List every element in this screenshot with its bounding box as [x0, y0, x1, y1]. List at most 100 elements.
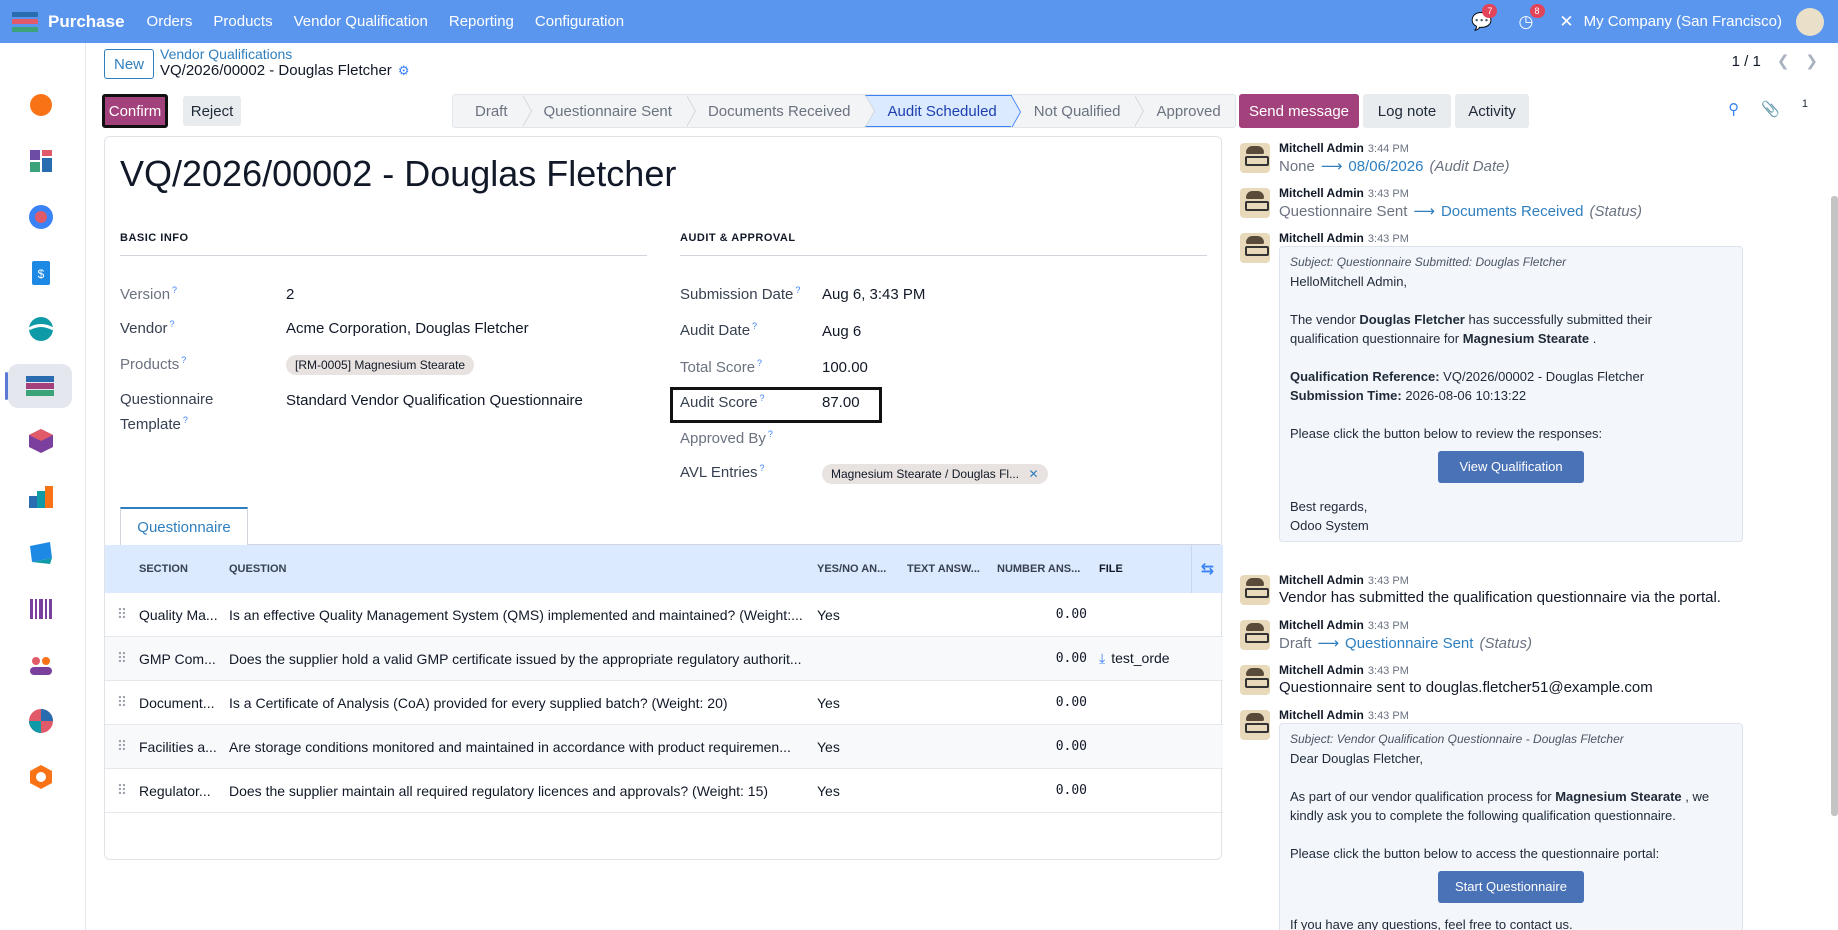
app-brand[interactable]: Purchase: [48, 12, 125, 32]
cell-question[interactable]: Is a Certificate of Analysis (CoA) provi…: [229, 695, 817, 711]
chevron-right-icon[interactable]: ❯: [1805, 52, 1818, 70]
settings-app-icon[interactable]: [26, 762, 56, 792]
dashboards-app-icon[interactable]: [26, 146, 56, 176]
tab-questionnaire[interactable]: Questionnaire: [120, 507, 248, 545]
download-icon[interactable]: ⤓: [1099, 650, 1105, 666]
table-row[interactable]: ⠿ Facilities a... Are storage conditions…: [105, 725, 1223, 769]
help-icon[interactable]: ?: [757, 358, 762, 368]
cell-section[interactable]: Document...: [139, 695, 229, 711]
help-icon[interactable]: ?: [795, 285, 800, 295]
messages-button[interactable]: 💬 7: [1471, 3, 1498, 32]
reject-button[interactable]: Reject: [183, 96, 241, 126]
start-questionnaire-button[interactable]: Start Questionnaire: [1438, 871, 1584, 903]
employees-app-icon[interactable]: [26, 650, 56, 680]
col-question[interactable]: QUESTION: [229, 563, 817, 575]
author-name[interactable]: Mitchell Admin: [1279, 573, 1364, 587]
cell-yesno[interactable]: Yes: [817, 695, 907, 711]
help-icon[interactable]: ?: [760, 393, 765, 403]
cell-yesno[interactable]: Yes: [817, 783, 907, 799]
author-avatar[interactable]: [1240, 575, 1270, 605]
author-avatar[interactable]: [1240, 665, 1270, 695]
stage-approved[interactable]: Approved: [1134, 95, 1235, 127]
col-file[interactable]: FILE: [1099, 563, 1191, 575]
app-menu-icon[interactable]: [12, 11, 38, 32]
vendor-value[interactable]: Acme Corporation, Douglas Fletcher: [286, 320, 529, 337]
confirm-button[interactable]: Confirm: [102, 94, 168, 128]
help-icon[interactable]: ?: [183, 415, 188, 425]
help-icon[interactable]: ?: [170, 319, 175, 329]
invoicing-app-icon[interactable]: $: [26, 258, 56, 288]
help-icon[interactable]: ?: [172, 285, 177, 295]
menu-orders[interactable]: Orders: [147, 13, 193, 30]
col-text-answer[interactable]: TEXT ANSW...: [907, 563, 997, 575]
file-name[interactable]: test_orde: [1111, 650, 1169, 666]
col-yesno[interactable]: YES/NO AN...: [817, 563, 907, 575]
cell-file[interactable]: ⤓ test_orde: [1099, 650, 1191, 667]
menu-products[interactable]: Products: [213, 13, 272, 30]
inventory-app-icon[interactable]: [26, 426, 56, 456]
cell-number-answer[interactable]: 0.00: [997, 783, 1087, 798]
version-value[interactable]: 2: [286, 286, 294, 303]
product-tag[interactable]: [RM-0005] Magnesium Stearate: [286, 355, 475, 375]
close-icon[interactable]: ✕: [1028, 467, 1038, 481]
author-name[interactable]: Mitchell Admin: [1279, 186, 1364, 200]
cell-number-answer[interactable]: 0.00: [997, 651, 1087, 666]
company-switcher[interactable]: My Company (San Francisco): [1584, 13, 1782, 30]
menu-configuration[interactable]: Configuration: [535, 13, 624, 30]
author-name[interactable]: Mitchell Admin: [1279, 231, 1364, 245]
author-avatar[interactable]: [1240, 710, 1270, 740]
discuss-app-icon[interactable]: [26, 90, 56, 120]
sliders-icon[interactable]: ⇆: [1191, 545, 1223, 593]
activity-button[interactable]: Activity: [1455, 94, 1529, 128]
cell-section[interactable]: Facilities a...: [139, 739, 229, 755]
submission-date-value[interactable]: Aug 6, 3:43 PM: [822, 286, 925, 303]
drag-handle-icon[interactable]: ⠿: [105, 738, 139, 755]
table-row[interactable]: ⠿ GMP Com... Does the supplier hold a va…: [105, 637, 1223, 681]
help-icon[interactable]: ?: [181, 355, 186, 365]
cell-question[interactable]: Are storage conditions monitored and mai…: [229, 739, 817, 755]
discuss-voice-app-icon[interactable]: [26, 202, 56, 232]
view-qualification-button[interactable]: View Qualification: [1438, 451, 1584, 483]
chatter-scrollbar[interactable]: [1831, 196, 1838, 816]
stage-draft[interactable]: Draft: [453, 95, 531, 127]
drag-handle-icon[interactable]: ⠿: [105, 650, 139, 667]
cell-question[interactable]: Does the supplier maintain all required …: [229, 783, 817, 799]
cell-section[interactable]: Quality Ma...: [139, 607, 229, 623]
cell-question[interactable]: Is an effective Quality Management Syste…: [229, 607, 817, 623]
author-name[interactable]: Mitchell Admin: [1279, 663, 1364, 677]
menu-reporting[interactable]: Reporting: [449, 13, 514, 30]
help-icon[interactable]: ?: [768, 429, 773, 439]
cell-section[interactable]: Regulator...: [139, 783, 229, 799]
paperclip-icon[interactable]: 📎: [1761, 100, 1780, 118]
cell-section[interactable]: GMP Com...: [139, 651, 229, 667]
template-value[interactable]: Standard Vendor Qualification Questionna…: [286, 392, 583, 409]
cell-question[interactable]: Does the supplier hold a valid GMP certi…: [229, 651, 817, 667]
avl-tag[interactable]: Magnesium Stearate / Douglas Fl... ✕: [822, 464, 1048, 484]
cell-number-answer[interactable]: 0.00: [997, 739, 1087, 754]
cell-yesno[interactable]: Yes: [817, 739, 907, 755]
log-note-button[interactable]: Log note: [1363, 94, 1451, 128]
col-number-answer[interactable]: NUMBER ANS...: [997, 563, 1087, 575]
menu-vendor-qualification[interactable]: Vendor Qualification: [294, 13, 428, 30]
cell-number-answer[interactable]: 0.00: [997, 695, 1087, 710]
table-row[interactable]: ⠿ Quality Ma... Is an effective Quality …: [105, 593, 1223, 637]
new-button[interactable]: New: [104, 49, 154, 79]
debug-tools-button[interactable]: ✕: [1559, 12, 1573, 32]
author-avatar[interactable]: [1240, 143, 1270, 173]
stage-not-qualified[interactable]: Not Qualified: [1011, 95, 1145, 127]
accounting-app-icon[interactable]: [26, 314, 56, 344]
pager-value[interactable]: 1 / 1: [1732, 53, 1761, 70]
author-avatar[interactable]: [1240, 188, 1270, 218]
stage-questionnaire-sent[interactable]: Questionnaire Sent: [521, 95, 697, 127]
drag-handle-icon[interactable]: ⠿: [105, 694, 139, 711]
author-avatar[interactable]: [1240, 620, 1270, 650]
barcode-app-icon[interactable]: [26, 594, 56, 624]
drag-handle-icon[interactable]: ⠿: [105, 606, 139, 623]
table-row[interactable]: ⠿ Regulator... Does the supplier maintai…: [105, 769, 1223, 813]
table-row[interactable]: ⠿ Document... Is a Certificate of Analys…: [105, 681, 1223, 725]
breadcrumb-parent[interactable]: Vendor Qualifications: [160, 46, 292, 62]
cell-number-answer[interactable]: 0.00: [997, 607, 1087, 622]
planning-app-icon[interactable]: [26, 706, 56, 736]
help-icon[interactable]: ?: [752, 321, 757, 331]
help-icon[interactable]: ?: [760, 463, 765, 473]
